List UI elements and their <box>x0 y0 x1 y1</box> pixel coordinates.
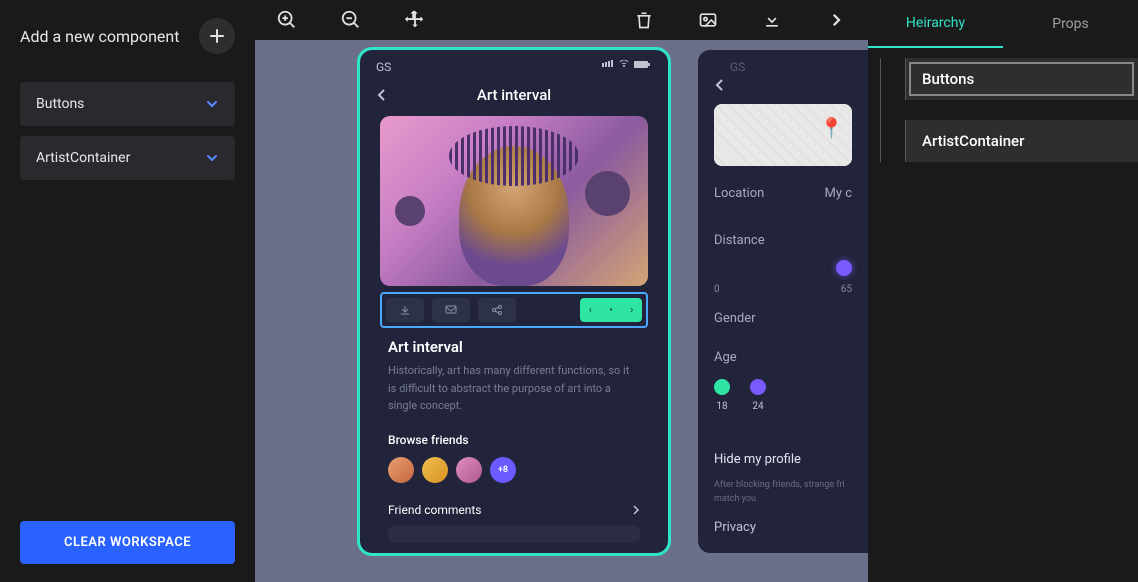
download-icon[interactable] <box>760 8 784 32</box>
hierarchy-item-artistcontainer[interactable]: ArtistContainer <box>905 120 1138 162</box>
location-row: Location My c <box>714 180 852 219</box>
hide-profile-box: Hide my profile After blocking friends, … <box>714 436 852 543</box>
phone-mockup-art[interactable]: GS Art interval ‹•› <box>360 50 668 553</box>
hide-profile-desc: After blocking friends, strange fri matc… <box>714 479 852 506</box>
avatar[interactable] <box>422 457 448 483</box>
zoom-in-icon[interactable] <box>275 8 299 32</box>
buttons-component-selected[interactable]: ‹•› <box>380 292 648 328</box>
hierarchy-item-buttons[interactable]: Buttons <box>905 58 1138 100</box>
chevron-right-icon <box>632 505 640 515</box>
age-min-value: 18 <box>716 401 727 412</box>
distance-slider[interactable] <box>714 262 852 276</box>
add-component-title: Add a new component <box>20 27 179 46</box>
phone-mockup-settings[interactable]: GS 📍 Location My c Distance 0 65 <box>698 50 868 553</box>
distance-max: 65 <box>841 284 852 295</box>
status-icons <box>602 60 652 74</box>
age-range-slider[interactable]: 18 24 <box>714 379 852 412</box>
component-sidebar: Add a new component Buttons ArtistContai… <box>0 0 255 582</box>
component-item-buttons[interactable]: Buttons <box>20 82 235 126</box>
status-brand: GS <box>376 60 391 74</box>
tab-props[interactable]: Props <box>1003 0 1138 48</box>
age-min-thumb[interactable] <box>714 379 730 395</box>
chevron-down-icon <box>205 97 219 111</box>
avatar[interactable] <box>388 457 414 483</box>
zoom-out-icon[interactable] <box>339 8 363 32</box>
delete-icon[interactable] <box>632 8 656 32</box>
chevron-right-icon[interactable] <box>824 8 848 32</box>
hide-profile-title: Hide my profile <box>714 452 852 467</box>
location-value: My c <box>824 186 852 201</box>
age-max-thumb[interactable] <box>750 379 766 395</box>
clear-workspace-button[interactable]: CLEAR WORKSPACE <box>20 521 235 564</box>
article-heading: Art interval <box>388 338 640 356</box>
add-component-button[interactable] <box>199 18 235 54</box>
phone-title: Art interval <box>386 86 642 104</box>
back-icon[interactable] <box>714 78 868 92</box>
hierarchy-list: Buttons ArtistContainer <box>868 58 1138 182</box>
avatar-more[interactable]: +8 <box>490 457 516 483</box>
phone-header: Art interval <box>360 80 668 116</box>
inspector-tabs: Heirarchy Props <box>868 0 1138 48</box>
download-action-icon[interactable] <box>386 298 424 322</box>
plus-icon <box>209 28 225 44</box>
browse-friends-heading: Browse friends <box>388 433 640 447</box>
privacy-label: Privacy <box>714 520 852 535</box>
tab-hierarchy[interactable]: Heirarchy <box>868 0 1003 48</box>
slider-thumb[interactable] <box>836 260 852 276</box>
age-label: Age <box>714 350 852 365</box>
friends-avatars: +8 <box>388 457 640 483</box>
filters-group: Distance 0 65 Gender Age 18 24 <box>714 219 852 426</box>
friend-comments-row[interactable]: Friend comments <box>388 503 640 517</box>
component-item-label: ArtistContainer <box>36 150 130 166</box>
move-icon[interactable] <box>403 8 427 32</box>
pin-icon: 📍 <box>819 116 844 140</box>
age-max-value: 24 <box>752 401 763 412</box>
status-bar: GS <box>714 50 868 76</box>
nav-pill[interactable]: ‹•› <box>580 298 642 322</box>
distance-min: 0 <box>714 284 720 295</box>
avatar[interactable] <box>456 457 482 483</box>
canvas-toolbar <box>255 0 868 40</box>
component-item-artistcontainer[interactable]: ArtistContainer <box>20 136 235 180</box>
inspector-panel: Heirarchy Props Buttons ArtistContainer <box>868 0 1138 582</box>
image-add-icon[interactable] <box>696 8 720 32</box>
map-preview[interactable]: 📍 <box>714 104 852 166</box>
status-bar: GS <box>360 50 668 80</box>
distance-label: Distance <box>714 233 852 248</box>
component-item-label: Buttons <box>36 96 84 112</box>
article-image <box>380 116 648 286</box>
article-description: Historically, art has many different fun… <box>388 362 640 415</box>
message-action-icon[interactable] <box>432 298 470 322</box>
friend-comments-label: Friend comments <box>388 503 481 517</box>
status-brand: GS <box>730 60 745 74</box>
gender-label: Gender <box>714 311 852 326</box>
share-action-icon[interactable] <box>478 298 516 322</box>
location-label: Location <box>714 186 764 201</box>
back-icon[interactable] <box>376 88 386 102</box>
comment-preview <box>388 525 640 543</box>
design-canvas[interactable]: GS Art interval ‹•› <box>255 0 868 582</box>
chevron-down-icon <box>205 151 219 165</box>
add-component-header: Add a new component <box>20 18 235 54</box>
